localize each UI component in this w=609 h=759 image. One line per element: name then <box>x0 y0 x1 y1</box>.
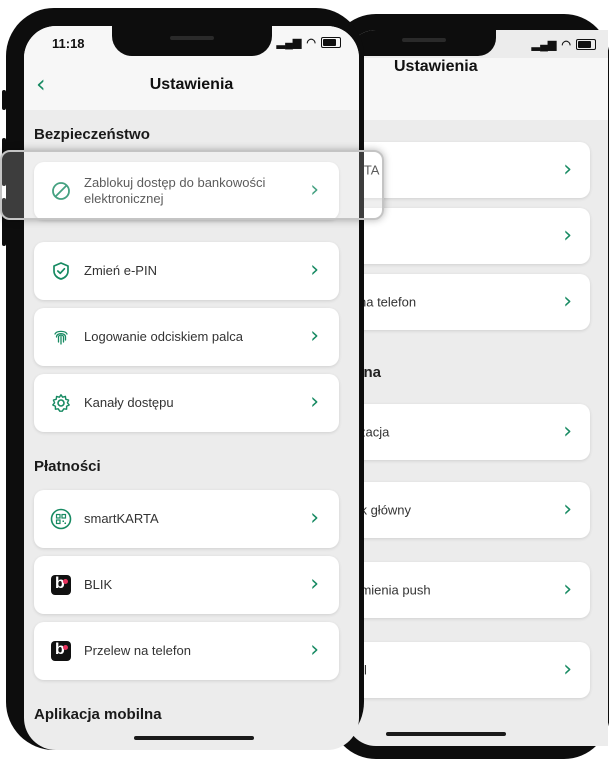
settings-item-fingerprint[interactable]: Logowanie odciskiem palca › <box>34 308 339 366</box>
section-heading-payments: Płatności <box>34 458 101 475</box>
phone-notch <box>112 26 272 56</box>
signal-icon: ▂▄▆ <box>531 39 557 51</box>
settings-item-change-epin[interactable]: Zmień e-PIN › <box>34 242 339 300</box>
settings-item-access-channels[interactable]: Kanały dostępu › <box>34 374 339 432</box>
chevron-right-icon: › <box>563 657 572 682</box>
mute-switch <box>2 90 6 110</box>
settings-item-label: smartKARTA <box>84 511 159 526</box>
front-phone-frame: 11:18 ▂▄▆ ◠ ‹ Ustawienia Bezpieczeństwo … <box>2 8 364 750</box>
back-settings-item[interactable]: nek główny › <box>346 482 590 538</box>
blik-icon: b <box>50 574 72 596</box>
back-phone-screen: ▂▄▆ ◠ Ustawienia ARTA › › w na telefon ›… <box>346 30 608 746</box>
chevron-right-icon: › <box>310 389 319 415</box>
chevron-right-icon: › <box>563 497 572 522</box>
status-icons: ▂▄▆ ◠ <box>277 36 341 49</box>
chevron-right-icon: › <box>310 637 319 663</box>
back-home-indicator <box>386 732 506 736</box>
section-heading-mobile-app: Aplikacja mobilna <box>34 706 162 723</box>
back-settings-item[interactable]: › <box>346 208 590 264</box>
chevron-right-icon: › <box>310 505 319 531</box>
status-time: 11:18 <box>52 36 85 51</box>
gear-icon <box>50 392 72 414</box>
settings-item-phone-transfer[interactable]: b Przelew na telefon › <box>34 622 339 680</box>
smartkarta-icon <box>50 508 72 530</box>
wifi-icon: ◠ <box>561 39 571 51</box>
page-title: Ustawienia <box>149 76 234 93</box>
section-heading-security: Bezpieczeństwo <box>34 126 150 143</box>
chevron-right-icon: › <box>310 571 319 597</box>
settings-item-smartkarta[interactable]: smartKARTA › <box>34 490 339 548</box>
back-settings-item[interactable]: domienia push › <box>346 562 590 618</box>
chevron-right-icon: › <box>563 577 572 602</box>
nav-bar: ‹ Ustawienia <box>24 64 359 110</box>
fingerprint-icon <box>50 326 72 348</box>
settings-item-label: Przelew na telefon <box>84 643 191 658</box>
back-phone-notch <box>346 30 496 56</box>
back-settings-item[interactable]: rofil › <box>346 642 590 698</box>
chevron-right-icon: › <box>310 257 319 283</box>
chevron-right-icon: › <box>310 323 319 349</box>
chevron-right-icon: › <box>563 223 572 248</box>
signal-icon: ▂▄▆ <box>276 37 302 49</box>
back-settings-item[interactable]: w na telefon › <box>346 274 590 330</box>
back-phone-frame: ▂▄▆ ◠ Ustawienia ARTA › › w na telefon ›… <box>330 14 609 759</box>
settings-item-label: Logowanie odciskiem palca <box>84 329 243 344</box>
front-phone-screen: 11:18 ▂▄▆ ◠ ‹ Ustawienia Bezpieczeństwo … <box>24 26 359 750</box>
settings-item-label: Kanały dostępu <box>84 395 174 410</box>
shield-check-icon <box>50 260 72 282</box>
chevron-right-icon: › <box>563 419 572 444</box>
wifi-icon: ◠ <box>306 37 316 49</box>
home-indicator <box>134 736 254 740</box>
blik-icon: b <box>50 640 72 662</box>
settings-item-label: Zmień e-PIN <box>84 263 157 278</box>
highlight-frame <box>0 150 384 220</box>
battery-icon <box>321 37 341 48</box>
chevron-right-icon: › <box>563 157 572 182</box>
back-page-title: Ustawienia <box>394 58 478 75</box>
battery-icon <box>576 39 596 50</box>
settings-item-label: BLIK <box>84 577 113 592</box>
chevron-right-icon: › <box>563 289 572 314</box>
back-settings-item[interactable]: alizacja › <box>346 404 590 460</box>
settings-item-blik[interactable]: b BLIK › <box>34 556 339 614</box>
back-status-icons: ▂▄▆ ◠ <box>532 38 596 51</box>
status-bar: 11:18 ▂▄▆ ◠ <box>24 26 359 64</box>
